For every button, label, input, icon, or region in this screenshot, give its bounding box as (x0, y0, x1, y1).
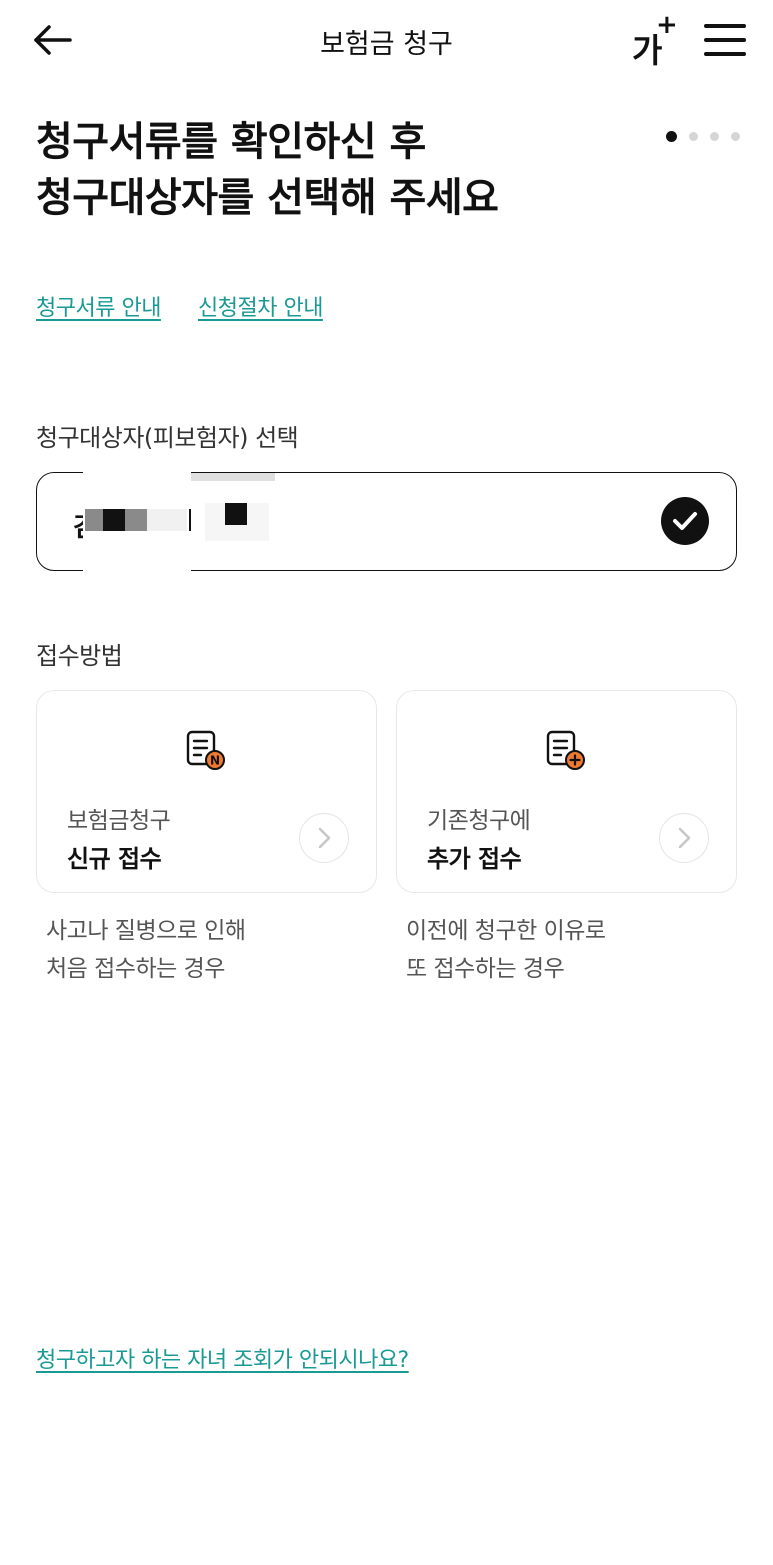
step-dot (731, 132, 740, 141)
main-heading: 청구서류를 확인하신 후 청구대상자를 선택해 주세요 (36, 114, 596, 226)
new-claim-desc-line2: 처음 접수하는 경우 (46, 956, 225, 982)
hamburger-menu-icon (704, 24, 746, 28)
step-dot (689, 132, 698, 141)
chevron-right-icon (299, 813, 349, 863)
redaction-mask (147, 509, 187, 531)
step-dot (710, 132, 719, 141)
hamburger-menu-button[interactable] (702, 22, 748, 58)
app-header: 보험금 청구 가 + (0, 0, 773, 80)
font-size-button[interactable]: 가 + (628, 10, 680, 70)
document-new-icon: N (186, 730, 225, 770)
child-lookup-help-link[interactable]: 청구하고자 하는 자녀 조회가 안되시나요? (36, 1342, 409, 1374)
new-claim-title: 신규 접수 (67, 845, 162, 873)
additional-claim-card[interactable]: 기존청구에 추가 접수 (396, 690, 737, 893)
hamburger-menu-icon (704, 38, 746, 42)
font-size-plus-icon: + (656, 10, 678, 40)
redaction-mask (189, 509, 191, 531)
additional-claim-desc-line1: 이전에 청구한 이유로 (406, 918, 606, 944)
new-claim-subtitle: 보험금청구 (67, 808, 171, 834)
insured-section-label: 청구대상자(피보험자) 선택 (36, 424, 299, 452)
chevron-right-icon (659, 813, 709, 863)
documents-guide-link[interactable]: 청구서류 안내 (36, 290, 161, 322)
new-claim-description: 사고나 질병으로 인해 처음 접수하는 경우 (46, 912, 246, 988)
additional-claim-subtitle: 기존청구에 (427, 808, 531, 834)
additional-claim-desc-line2: 또 접수하는 경우 (406, 956, 565, 982)
check-circle-icon (661, 497, 709, 545)
redaction-mask (103, 509, 125, 531)
additional-claim-description: 이전에 청구한 이유로 또 접수하는 경우 (406, 912, 606, 988)
method-section-label: 접수방법 (36, 642, 123, 670)
main-heading-line1: 청구서류를 확인하신 후 (36, 119, 426, 165)
insured-person-select[interactable]: 김 (36, 469, 737, 573)
insurance-claim-screen: 보험금 청구 가 + 청구서류를 확인하신 후 청구대상자를 선택해 주세요 청… (0, 0, 773, 1565)
step-dot-active (666, 131, 677, 142)
redaction-mask (225, 503, 247, 525)
additional-claim-title: 추가 접수 (427, 845, 522, 873)
redaction-mask (191, 473, 275, 481)
document-add-icon (546, 730, 585, 770)
step-indicator (664, 131, 744, 146)
new-claim-card[interactable]: N 보험금청구 신규 접수 (36, 690, 377, 893)
main-heading-line2: 청구대상자를 선택해 주세요 (36, 175, 499, 221)
procedure-guide-link[interactable]: 신청절차 안내 (198, 290, 323, 322)
new-claim-desc-line1: 사고나 질병으로 인해 (46, 918, 246, 944)
hamburger-menu-icon (704, 52, 746, 56)
svg-text:N: N (210, 754, 220, 768)
